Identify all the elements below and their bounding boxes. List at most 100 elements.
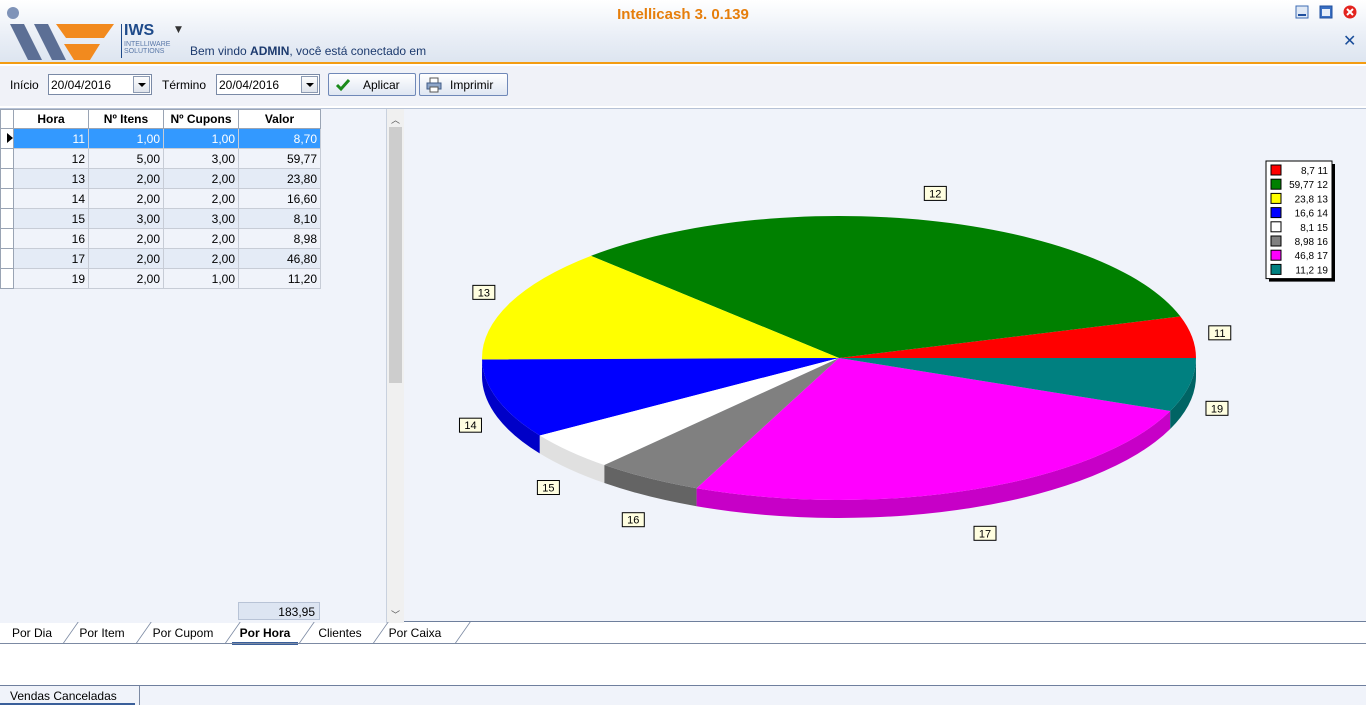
cell-itens[interactable]: 5,00 (88, 148, 164, 169)
tab-vendas-canceladas[interactable]: Vendas Canceladas (0, 686, 140, 705)
cell-valor[interactable]: 8,10 (238, 208, 321, 229)
cell-cupons[interactable]: 2,00 (163, 228, 239, 249)
tab-baseline (0, 643, 1366, 644)
cell-hora[interactable]: 13 (13, 168, 89, 189)
data-grid-area: Hora Nº Itens Nº Cupons Valor 11 1,00 1,… (0, 109, 387, 623)
row-indicator (0, 168, 14, 189)
cell-cupons[interactable]: 1,00 (163, 268, 239, 289)
slice-label-15: 15 (536, 480, 560, 496)
cell-cupons[interactable]: 2,00 (163, 248, 239, 269)
cell-itens[interactable]: 2,00 (88, 188, 164, 209)
pie-chart: 11 12 13 14 15 16 17 19 8,7 11 59,77 12 23,8 13 16,… (458, 160, 1335, 541)
cell-itens[interactable]: 2,00 (88, 228, 164, 249)
menu-dropdown-icon[interactable]: ▼ (175, 25, 182, 35)
slice-label-text: 19 (1211, 403, 1223, 415)
legend-entry: 8,7 11 (1301, 166, 1328, 177)
cell-valor[interactable]: 46,80 (238, 248, 321, 269)
column-header-itens[interactable]: Nº Itens (88, 109, 164, 129)
legend-entry: 16,6 14 (1295, 209, 1329, 220)
cell-cupons[interactable]: 3,00 (163, 208, 239, 229)
cell-valor[interactable]: 11,20 (238, 268, 321, 289)
cell-cupons[interactable]: 1,00 (163, 128, 239, 149)
imprimir-button[interactable]: Imprimir (419, 73, 508, 96)
cell-cupons[interactable]: 3,00 (163, 148, 239, 169)
cell-itens[interactable]: 1,00 (88, 128, 164, 149)
slice-label-17: 17 (973, 525, 997, 541)
tab-por-caixa[interactable]: Por Caixa (380, 623, 450, 644)
table-row[interactable]: 19 2,00 1,00 11,20 (0, 268, 321, 289)
table-row[interactable]: 13 2,00 2,00 23,80 (0, 168, 321, 189)
cell-cupons[interactable]: 2,00 (163, 168, 239, 189)
cell-itens[interactable]: 2,00 (88, 168, 164, 189)
legend-entry: 59,77 12 (1289, 180, 1328, 191)
scroll-down-icon[interactable]: ﹀ (391, 608, 400, 621)
slice-label-text: 12 (929, 188, 941, 200)
scroll-up-icon[interactable]: ︿ (391, 113, 400, 126)
chart-legend: 8,7 11 59,77 12 23,8 13 16,6 14 8,1 15 8,98 1… (1265, 160, 1335, 282)
aplicar-button[interactable]: Aplicar (328, 73, 416, 96)
close-form-icon[interactable]: ✕ (1343, 31, 1356, 50)
pie-chart-area: 11 12 13 14 15 16 17 19 8,7 11 59,77 12 23,8 13 16,… (404, 109, 1366, 623)
cell-itens[interactable]: 2,00 (88, 268, 164, 289)
chevron-down-icon[interactable] (301, 76, 318, 93)
column-header-valor[interactable]: Valor (238, 109, 321, 129)
scrollbar-thumb[interactable] (389, 127, 402, 383)
cell-valor[interactable]: 23,80 (238, 168, 321, 189)
main-panel: Hora Nº Itens Nº Cupons Valor 11 1,00 1,… (0, 108, 1366, 623)
table-row[interactable]: 16 2,00 2,00 8,98 (0, 228, 321, 249)
cell-valor[interactable]: 16,60 (238, 188, 321, 209)
inicio-date-picker[interactable]: 20/04/2016 (48, 74, 152, 95)
aplicar-label: Aplicar (363, 78, 400, 92)
row-indicator (0, 268, 14, 289)
tab-por-item[interactable]: Por Item (70, 623, 134, 644)
table-row[interactable]: 12 5,00 3,00 59,77 (0, 148, 321, 169)
vertical-scrollbar[interactable]: ︿ ﹀ (387, 109, 404, 623)
bottom-tab-strip: Vendas Canceladas (0, 685, 1366, 705)
legend-swatch (1270, 263, 1282, 275)
slice-label-text: 11 (1214, 328, 1225, 340)
cell-hora[interactable]: 14 (13, 188, 89, 209)
chevron-down-icon[interactable] (133, 76, 150, 93)
column-header-cupons[interactable]: Nº Cupons (163, 109, 239, 129)
tab-por-dia[interactable]: Por Dia (2, 623, 62, 644)
cell-hora[interactable]: 12 (13, 148, 89, 169)
table-row[interactable]: 11 1,00 1,00 8,70 (0, 128, 321, 149)
cell-itens[interactable]: 3,00 (88, 208, 164, 229)
row-indicator (0, 128, 14, 149)
termino-date-picker[interactable]: 20/04/2016 (216, 74, 320, 95)
cell-valor[interactable]: 59,77 (238, 148, 321, 169)
valor-total: 183,95 (238, 602, 320, 620)
cell-valor[interactable]: 8,70 (238, 128, 321, 149)
tab-divider (454, 622, 471, 644)
cell-hora[interactable]: 16 (13, 228, 89, 249)
inicio-date-value: 20/04/2016 (51, 78, 112, 92)
cell-valor[interactable]: 8,98 (238, 228, 321, 249)
filter-toolbar: Início 20/04/2016 Término 20/04/2016 Apl… (0, 66, 1366, 106)
table-row[interactable]: 17 2,00 2,00 46,80 (0, 248, 321, 269)
table-row[interactable]: 15 3,00 3,00 8,10 (0, 208, 321, 229)
tab-strip: Por Dia Por Item Por Cupom Por Hora Clie… (0, 622, 1366, 646)
tab-por-cupom[interactable]: Por Cupom (143, 623, 223, 644)
cell-hora[interactable]: 17 (13, 248, 89, 269)
minimize-icon[interactable] (1295, 5, 1309, 19)
row-indicator (0, 148, 14, 169)
imprimir-label: Imprimir (450, 78, 494, 92)
row-indicator (0, 248, 14, 269)
tab-por-hora[interactable]: Por Hora (232, 623, 298, 645)
legend-entry: 8,1 15 (1300, 223, 1328, 234)
cell-hora[interactable]: 19 (13, 268, 89, 289)
cell-hora[interactable]: 15 (13, 208, 89, 229)
legend-entry: 8,98 16 (1295, 237, 1329, 248)
tab-clientes[interactable]: Clientes (306, 623, 374, 644)
column-header-hora[interactable]: Hora (13, 109, 89, 129)
legend-entry: 46,8 17 (1295, 251, 1329, 262)
cell-hora[interactable]: 11 (13, 128, 89, 149)
maximize-icon[interactable] (1319, 5, 1333, 19)
close-icon[interactable] (1343, 5, 1357, 19)
app-title: Intellicash 3. 0.139 (617, 6, 749, 23)
termino-date-value: 20/04/2016 (219, 78, 280, 92)
cell-itens[interactable]: 2,00 (88, 248, 164, 269)
legend-entry: 11,2 19 (1295, 265, 1328, 276)
table-row[interactable]: 14 2,00 2,00 16,60 (0, 188, 321, 209)
cell-cupons[interactable]: 2,00 (163, 188, 239, 209)
